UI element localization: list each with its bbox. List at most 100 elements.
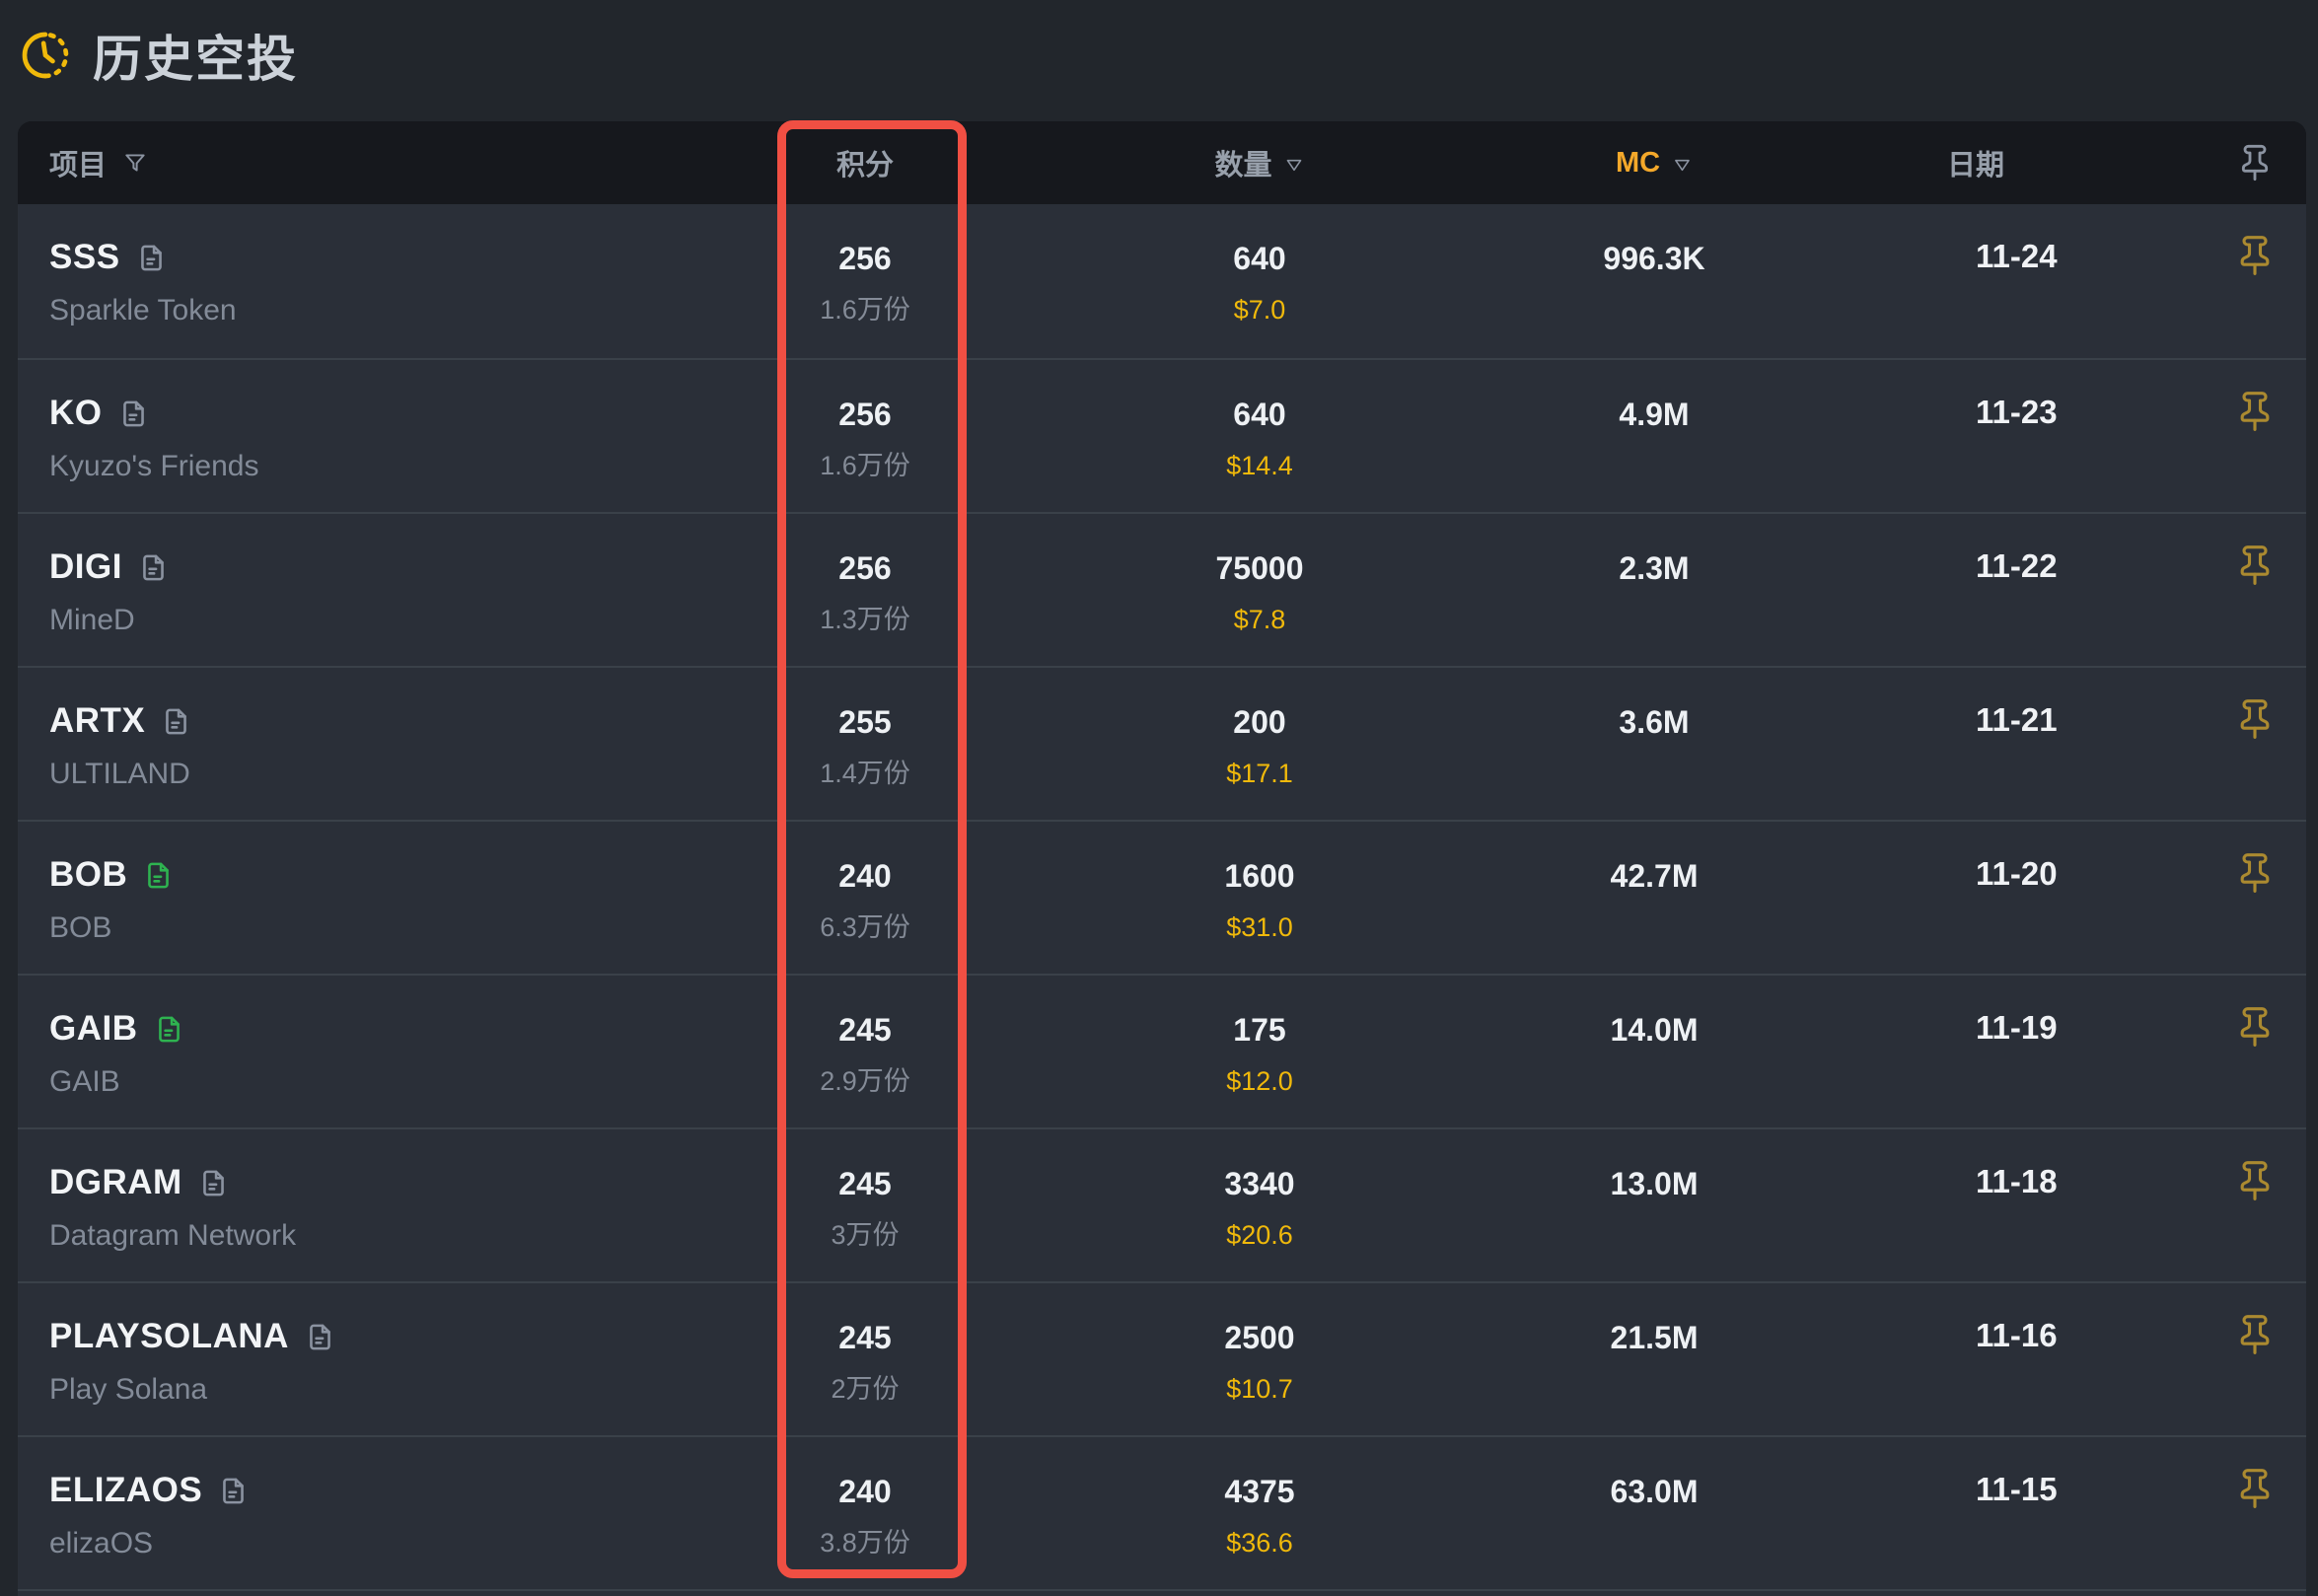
contract-doc-icon[interactable] [305, 1322, 335, 1352]
airdrop-table-row[interactable]: ARTX ULTILAND 255 1.4万份 200 $17.1 3.6M 1… [18, 666, 2306, 820]
row-pin-button[interactable] [2233, 1005, 2277, 1053]
airdrop-table-row[interactable]: GAIB GAIB 245 2.9万份 175 $12.0 14.0M 11-1… [18, 974, 2306, 1127]
points-shares: 1.3万份 [820, 603, 910, 636]
airdrop-table-row[interactable]: BOB BOB 240 6.3万份 1600 $31.0 42.7M 11-20 [18, 820, 2306, 974]
points-value: 255 [820, 702, 910, 742]
airdrop-table-row[interactable]: SSS Sparkle Token 256 1.6万份 640 $7.0 996… [18, 204, 2306, 358]
sort-desc-icon[interactable] [1672, 155, 1693, 176]
amount-value: 4375 [1224, 1472, 1294, 1511]
amount-value: 640 [1233, 239, 1285, 278]
row-pin-button[interactable] [2233, 697, 2277, 746]
pin-icon[interactable] [2233, 544, 2277, 587]
points-value: 245 [831, 1164, 899, 1203]
amount-value: 640 [1226, 395, 1293, 434]
points-shares: 1.6万份 [820, 293, 910, 326]
pin-icon[interactable] [2233, 1159, 2277, 1202]
pin-icon[interactable] [2233, 697, 2277, 741]
amount-cell: 1600 $31.0 [1224, 856, 1294, 944]
pin-icon[interactable] [2233, 851, 2277, 895]
points-value: 256 [820, 239, 910, 278]
amount-value: 75000 [1216, 548, 1304, 588]
pin-icon[interactable] [2233, 390, 2277, 433]
column-header-mc[interactable]: MC [1616, 121, 1693, 204]
token-name: Sparkle Token [49, 293, 237, 328]
token-name: MineD [49, 603, 135, 638]
pin-icon[interactable] [2233, 1313, 2277, 1356]
column-label-date: 日期 [1947, 142, 2004, 183]
row-pin-button[interactable] [2233, 234, 2277, 282]
token-name: BOB [49, 910, 111, 946]
token-name: GAIB [49, 1064, 120, 1100]
pin-icon[interactable] [2233, 234, 2277, 277]
column-header-date[interactable]: 日期 [1947, 121, 2004, 204]
contract-doc-icon[interactable] [118, 399, 149, 429]
amount-usd-value: $36.6 [1224, 1526, 1294, 1560]
airdrop-table-row[interactable]: KO Kyuzo's Friends 256 1.6万份 640 $14.4 4… [18, 358, 2306, 512]
column-header-amount[interactable]: 数量 [1214, 121, 1304, 204]
contract-doc-icon[interactable] [136, 243, 167, 273]
points-value: 245 [820, 1010, 910, 1050]
column-header-pin[interactable] [2235, 121, 2275, 204]
points-cell: 245 3万份 [831, 1164, 899, 1252]
page-header: 历史空投 [18, 24, 298, 87]
amount-usd-value: $7.0 [1233, 293, 1285, 326]
date-value: 11-18 [1976, 1163, 2058, 1199]
airdrop-table-row[interactable]: ELIZAOS elizaOS 240 3.8万份 4375 $36.6 63.… [18, 1435, 2306, 1589]
points-shares: 6.3万份 [820, 910, 910, 944]
token-symbol: KO [49, 394, 103, 433]
sort-desc-icon[interactable] [1284, 155, 1305, 176]
amount-value: 1600 [1224, 856, 1294, 896]
airdrop-history-table: 项目 积分 数量 MC 日期 SSS [18, 121, 2306, 1596]
row-pin-button[interactable] [2233, 1313, 2277, 1361]
contract-doc-icon[interactable] [143, 860, 174, 891]
airdrop-table-row[interactable]: PLAYSOLANA Play Solana 245 2万份 2500 $10.… [18, 1281, 2306, 1435]
mc-cell: 4.9M [1619, 395, 1689, 434]
amount-cell: 4375 $36.6 [1224, 1472, 1294, 1560]
pin-icon[interactable] [2233, 1005, 2277, 1049]
contract-doc-icon[interactable] [218, 1476, 249, 1506]
next-row-partial [18, 1589, 2306, 1596]
row-pin-button[interactable] [2233, 390, 2277, 438]
mc-value: 13.0M [1611, 1164, 1699, 1203]
filter-icon[interactable] [122, 150, 148, 176]
date-value: 11-20 [1976, 855, 2058, 892]
mc-cell: 21.5M [1611, 1318, 1699, 1357]
points-cell: 245 2.9万份 [820, 1010, 910, 1098]
date-cell: 11-19 [1976, 1008, 2058, 1048]
airdrop-table-row[interactable]: DGRAM Datagram Network 245 3万份 3340 $20.… [18, 1127, 2306, 1281]
points-cell: 256 1.3万份 [820, 548, 910, 636]
pin-icon[interactable] [2233, 1467, 2277, 1510]
points-cell: 240 3.8万份 [820, 1472, 910, 1560]
amount-cell: 640 $14.4 [1226, 395, 1293, 482]
date-value: 11-19 [1976, 1009, 2058, 1046]
mc-cell: 42.7M [1611, 856, 1699, 896]
column-label-project: 项目 [49, 142, 107, 183]
points-cell: 240 6.3万份 [820, 856, 910, 944]
date-value: 11-24 [1976, 238, 2058, 274]
table-header-row: 项目 积分 数量 MC 日期 [18, 121, 2306, 204]
amount-usd-value: $31.0 [1224, 910, 1294, 944]
contract-doc-icon[interactable] [198, 1168, 229, 1198]
row-pin-button[interactable] [2233, 1159, 2277, 1207]
amount-usd-value: $10.7 [1224, 1372, 1294, 1406]
row-pin-button[interactable] [2233, 851, 2277, 900]
date-cell: 11-20 [1976, 854, 2058, 894]
contract-doc-icon[interactable] [161, 706, 191, 737]
token-symbol: PLAYSOLANA [49, 1317, 289, 1356]
mc-cell: 2.3M [1619, 548, 1689, 588]
points-shares: 2.9万份 [820, 1064, 910, 1098]
row-pin-button[interactable] [2233, 1467, 2277, 1515]
amount-value: 3340 [1224, 1164, 1294, 1203]
airdrop-table-row[interactable]: DIGI MineD 256 1.3万份 75000 $7.8 2.3M 11-… [18, 512, 2306, 666]
pin-icon[interactable] [2235, 143, 2275, 182]
contract-doc-icon[interactable] [154, 1014, 184, 1045]
column-header-points[interactable]: 积分 [836, 121, 894, 204]
token-symbol: BOB [49, 855, 127, 895]
contract-doc-icon[interactable] [138, 552, 169, 583]
column-header-project[interactable]: 项目 [49, 121, 148, 204]
date-value: 11-22 [1976, 547, 2058, 584]
points-value: 245 [831, 1318, 899, 1357]
row-pin-button[interactable] [2233, 544, 2277, 592]
mc-cell: 13.0M [1611, 1164, 1699, 1203]
date-value: 11-15 [1976, 1471, 2058, 1507]
